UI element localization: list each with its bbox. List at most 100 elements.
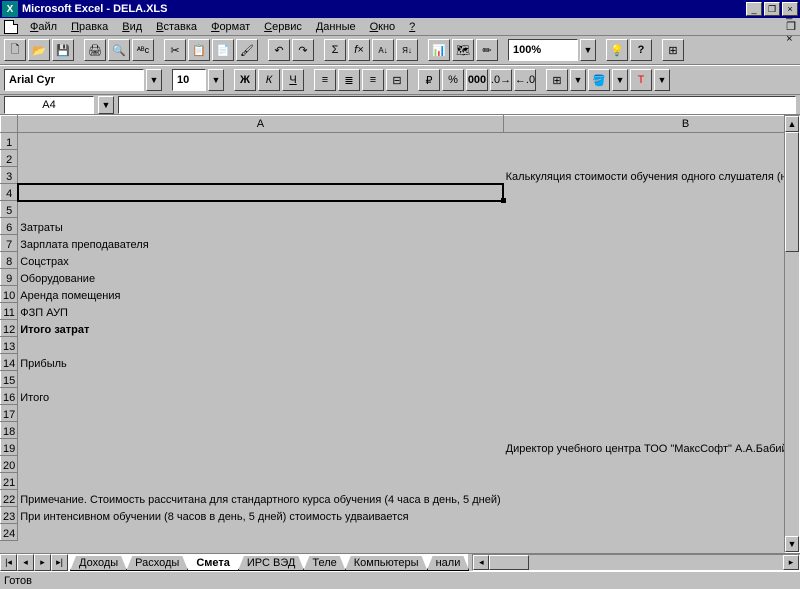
sort-asc-button[interactable]: А↓: [372, 39, 394, 61]
percent-button[interactable]: %: [442, 69, 464, 91]
tab-prev-button[interactable]: ◂: [17, 554, 34, 571]
font-combo[interactable]: [4, 69, 144, 91]
row-header-18[interactable]: 18: [1, 422, 18, 439]
menu-правка[interactable]: Правка: [65, 20, 114, 34]
tab-last-button[interactable]: ▸|: [51, 554, 68, 571]
menu-окно[interactable]: Окно: [364, 20, 402, 34]
cell-A8[interactable]: Соцстрах: [18, 252, 503, 269]
help-button[interactable]: ?: [630, 39, 652, 61]
minimize-button[interactable]: _: [746, 2, 762, 16]
horizontal-scrollbar[interactable]: ◂ ▸: [472, 554, 800, 571]
italic-button[interactable]: К: [258, 69, 280, 91]
chart-button[interactable]: 📊: [428, 39, 450, 61]
cell-B5[interactable]: [503, 201, 800, 218]
cell-B21[interactable]: [503, 473, 800, 490]
autosum-button[interactable]: Σ: [324, 39, 346, 61]
cell-B4[interactable]: [503, 184, 800, 201]
row-header-16[interactable]: 16: [1, 388, 18, 405]
cell-B24[interactable]: [503, 524, 800, 541]
cell-B20[interactable]: [503, 456, 800, 473]
cell-A21[interactable]: [18, 473, 503, 490]
cell-A4[interactable]: [18, 184, 503, 201]
cell-A14[interactable]: Прибыль: [18, 354, 503, 371]
cell-B15[interactable]: [503, 371, 800, 388]
cell-A18[interactable]: [18, 422, 503, 439]
menu-?[interactable]: ?: [403, 20, 421, 34]
cell-A16[interactable]: Итого: [18, 388, 503, 405]
font-input[interactable]: [9, 74, 141, 86]
scroll-left-button[interactable]: ◂: [473, 555, 489, 570]
menu-вставка[interactable]: Вставка: [150, 20, 203, 34]
fill-color-button[interactable]: 🪣: [588, 69, 610, 91]
worksheet-grid[interactable]: ABCDEFGHIJKL1Учебный центр ТОО "МаксСофт…: [0, 115, 800, 541]
cell-B6[interactable]: [503, 218, 800, 235]
cell-B18[interactable]: [503, 422, 800, 439]
row-header-14[interactable]: 14: [1, 354, 18, 371]
row-header-17[interactable]: 17: [1, 405, 18, 422]
vscroll-thumb[interactable]: [785, 132, 799, 252]
cell-A19[interactable]: [18, 439, 503, 456]
col-header-A[interactable]: A: [18, 116, 503, 133]
size-input[interactable]: [177, 74, 203, 86]
cell-B12[interactable]: [503, 320, 800, 337]
undo-button[interactable]: ↶: [268, 39, 290, 61]
row-header-23[interactable]: 23: [1, 507, 18, 524]
cell-A17[interactable]: [18, 405, 503, 422]
cell-B19[interactable]: Директор учебного центра ТОО "МаксСофт" …: [503, 439, 800, 456]
sheet-tab-нали[interactable]: нали: [427, 556, 470, 571]
bold-button[interactable]: Ж: [234, 69, 256, 91]
vertical-scrollbar[interactable]: ▲ ▼: [784, 115, 800, 553]
cell-A3[interactable]: [18, 167, 503, 184]
zoom-dropdown[interactable]: ▼: [580, 39, 596, 61]
decrease-decimal-button[interactable]: ←.0: [514, 69, 536, 91]
doc-close-button[interactable]: ×: [786, 33, 796, 45]
cell-B7[interactable]: [503, 235, 800, 252]
cell-A2[interactable]: [18, 150, 503, 167]
borders-button[interactable]: ⊞: [546, 69, 568, 91]
maximize-button[interactable]: ❐: [764, 2, 780, 16]
cell-B11[interactable]: [503, 303, 800, 320]
row-header-10[interactable]: 10: [1, 286, 18, 303]
scroll-down-button[interactable]: ▼: [785, 536, 799, 552]
cell-A13[interactable]: [18, 337, 503, 354]
redo-button[interactable]: ↷: [292, 39, 314, 61]
save-button[interactable]: 💾: [52, 39, 74, 61]
sheet-tab-Доходы[interactable]: Доходы: [70, 556, 127, 571]
row-header-21[interactable]: 21: [1, 473, 18, 490]
copy-button[interactable]: 📋: [188, 39, 210, 61]
cell-A10[interactable]: Аренда помещения: [18, 286, 503, 303]
name-dropdown[interactable]: ▼: [98, 96, 114, 114]
row-header-11[interactable]: 11: [1, 303, 18, 320]
map-button[interactable]: 🗺: [452, 39, 474, 61]
cell-A5[interactable]: [18, 201, 503, 218]
align-center-button[interactable]: ≣: [338, 69, 360, 91]
comma-button[interactable]: 000: [466, 69, 488, 91]
sheet-tab-Теле[interactable]: Теле: [303, 556, 345, 571]
row-header-1[interactable]: 1: [1, 133, 18, 150]
cell-B2[interactable]: [503, 150, 800, 167]
menu-файл[interactable]: Файл: [24, 20, 63, 34]
size-dropdown[interactable]: ▼: [208, 69, 224, 91]
sheet-tab-ИРС ВЭД[interactable]: ИРС ВЭД: [238, 556, 304, 571]
sheet-tab-Расходы[interactable]: Расходы: [126, 556, 188, 571]
menu-вид[interactable]: Вид: [116, 20, 148, 34]
row-header-7[interactable]: 7: [1, 235, 18, 252]
scroll-right-button[interactable]: ▸: [783, 555, 799, 570]
cut-button[interactable]: ✂: [164, 39, 186, 61]
cell-B8[interactable]: [503, 252, 800, 269]
sort-desc-button[interactable]: Я↓: [396, 39, 418, 61]
font-color-dropdown[interactable]: ▼: [654, 69, 670, 91]
cell-B9[interactable]: [503, 269, 800, 286]
font-color-button[interactable]: T: [630, 69, 652, 91]
cell-A1[interactable]: [18, 133, 503, 150]
function-button[interactable]: f×: [348, 39, 370, 61]
fill-dropdown[interactable]: ▼: [612, 69, 628, 91]
tab-next-button[interactable]: ▸: [34, 554, 51, 571]
cell-B14[interactable]: [503, 354, 800, 371]
cell-B23[interactable]: [503, 507, 800, 524]
row-header-22[interactable]: 22: [1, 490, 18, 507]
underline-button[interactable]: Ч: [282, 69, 304, 91]
cell-B10[interactable]: [503, 286, 800, 303]
cell-A6[interactable]: Затраты: [18, 218, 503, 235]
row-header-19[interactable]: 19: [1, 439, 18, 456]
